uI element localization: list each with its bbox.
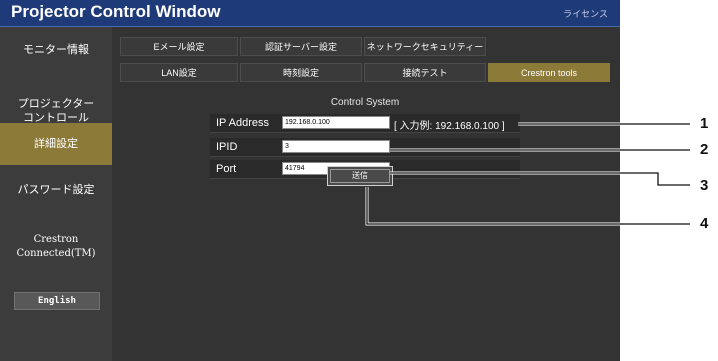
callout-lines (365, 122, 690, 226)
callout-line-halo (365, 122, 690, 226)
callout-number-1: 1 (700, 115, 709, 132)
callout-number-4: 4 (700, 215, 709, 232)
callout-line-3 (390, 172, 690, 186)
callout-number-3: 3 (700, 177, 709, 194)
callout-number-2: 2 (700, 141, 709, 158)
callout-line-4 (366, 187, 690, 225)
